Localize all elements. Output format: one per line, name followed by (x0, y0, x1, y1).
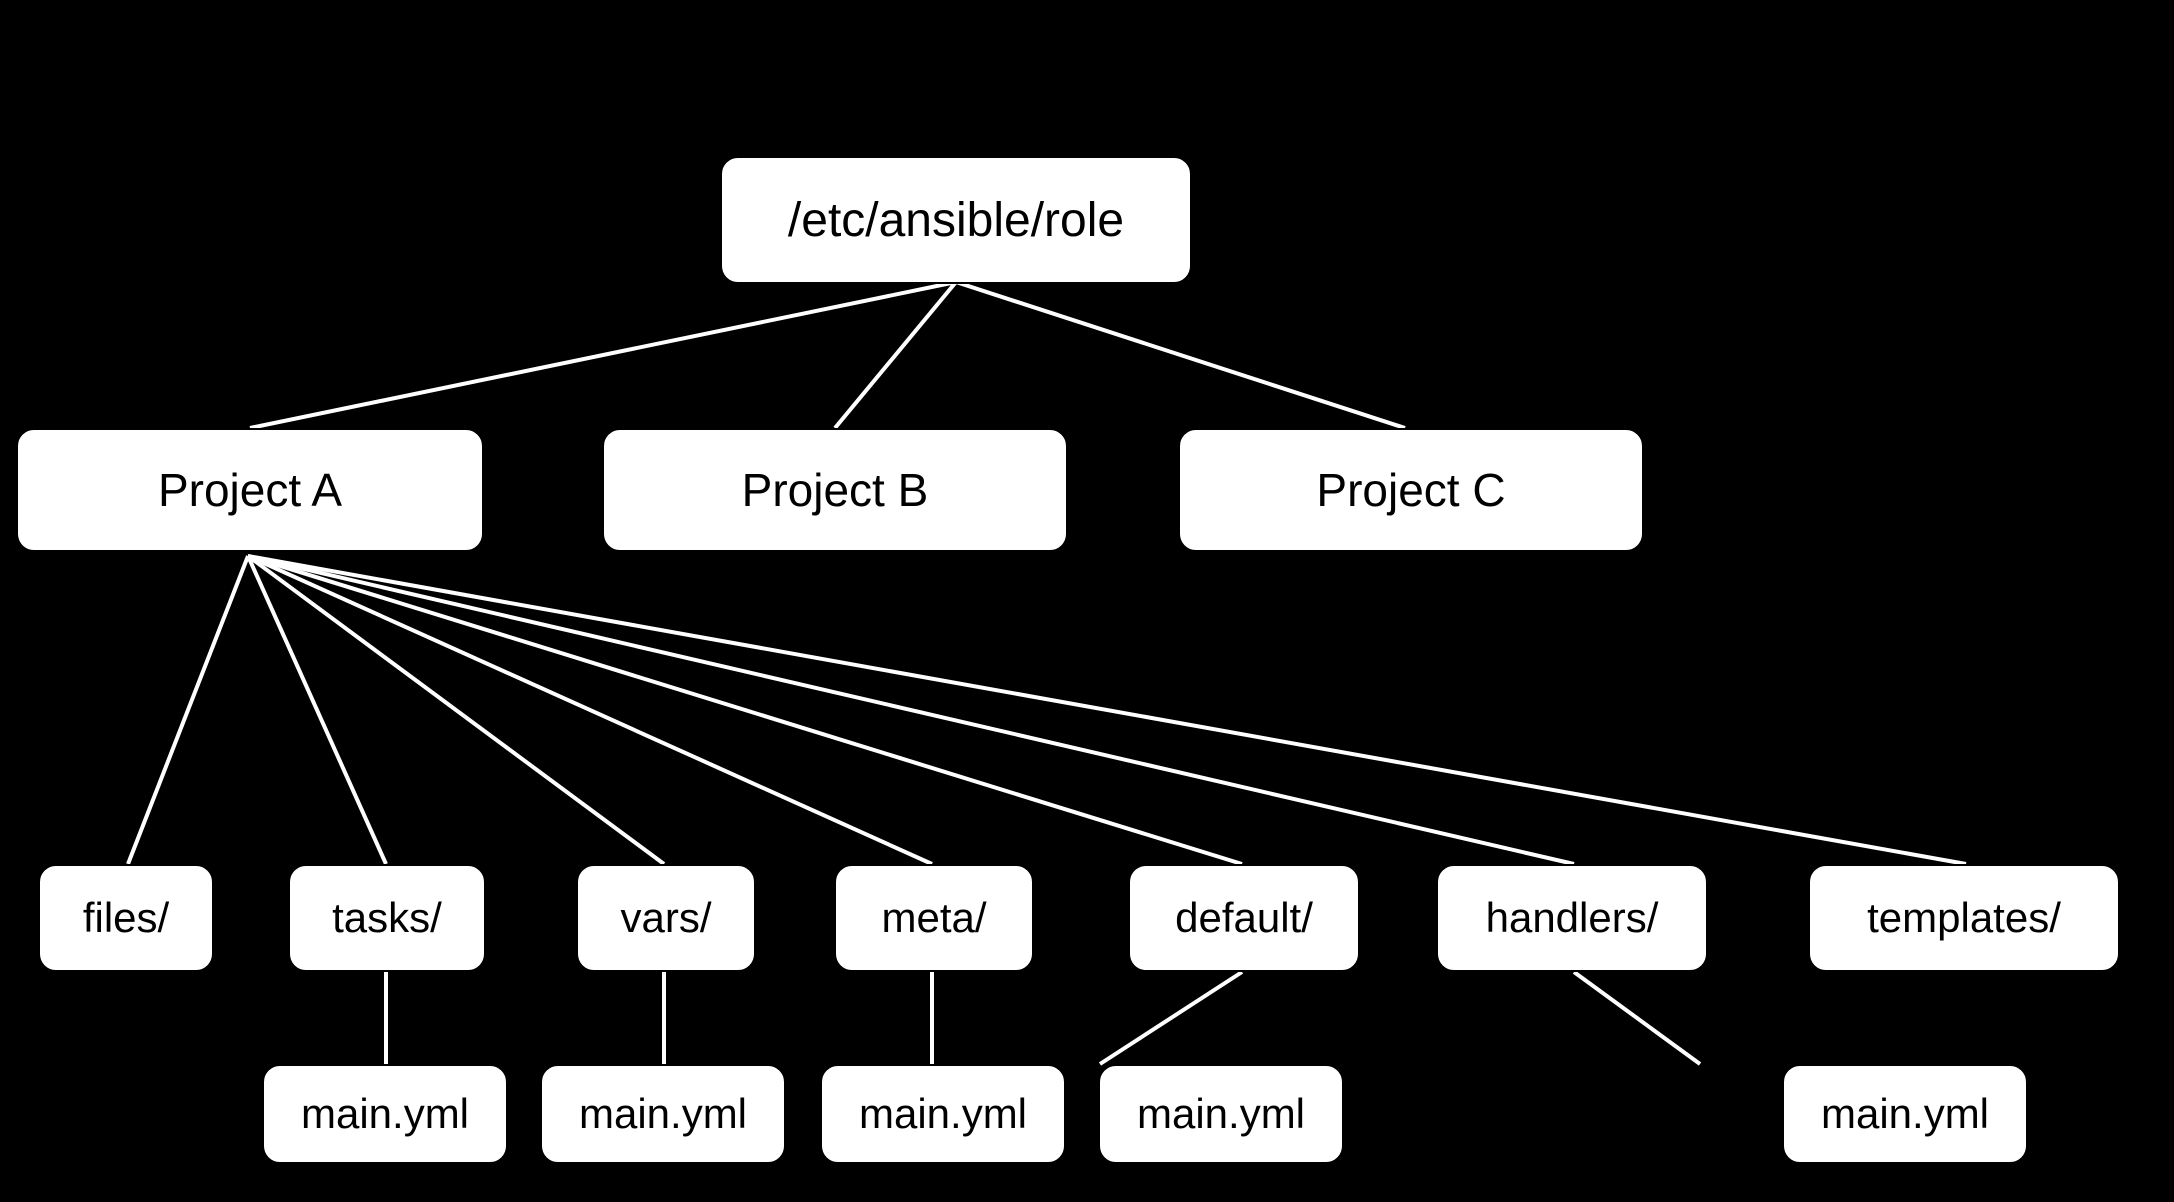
file-handlers-main: main.yml (1782, 1064, 2028, 1164)
file-default-main-label: main.yml (1117, 1090, 1325, 1138)
dir-meta-label: meta/ (861, 894, 1006, 942)
dir-handlers-node: handlers/ (1436, 864, 1708, 972)
dir-handlers-label: handlers/ (1466, 894, 1679, 942)
dir-templates-node: templates/ (1808, 864, 2120, 972)
file-meta-main: main.yml (820, 1064, 1066, 1164)
dir-templates-label: templates/ (1847, 894, 2081, 942)
project-c-label: Project C (1296, 463, 1525, 517)
file-vars-main: main.yml (540, 1064, 786, 1164)
dir-meta-node: meta/ (834, 864, 1034, 972)
project-c-node: Project C (1178, 428, 1644, 552)
dir-default-node: default/ (1128, 864, 1360, 972)
root-label: /etc/ansible/role (768, 193, 1144, 248)
file-meta-main-label: main.yml (839, 1090, 1047, 1138)
dir-files-label: files/ (63, 894, 189, 942)
dir-tasks-node: tasks/ (288, 864, 486, 972)
file-tasks-main: main.yml (262, 1064, 508, 1164)
dir-vars-node: vars/ (576, 864, 756, 972)
project-a-node: Project A (16, 428, 484, 552)
project-a-label: Project A (138, 463, 362, 517)
dir-tasks-label: tasks/ (312, 894, 462, 942)
project-b-label: Project B (722, 463, 949, 517)
project-b-node: Project B (602, 428, 1068, 552)
dir-files-node: files/ (38, 864, 214, 972)
file-handlers-main-label: main.yml (1801, 1090, 2009, 1138)
dir-default-label: default/ (1155, 894, 1333, 942)
root-node: /etc/ansible/role (720, 156, 1192, 284)
dir-vars-label: vars/ (600, 894, 731, 942)
file-vars-main-label: main.yml (559, 1090, 767, 1138)
file-tasks-main-label: main.yml (281, 1090, 489, 1138)
file-default-main: main.yml (1098, 1064, 1344, 1164)
diagram-canvas: /etc/ansible/role Project A Project B Pr… (0, 0, 2174, 1202)
